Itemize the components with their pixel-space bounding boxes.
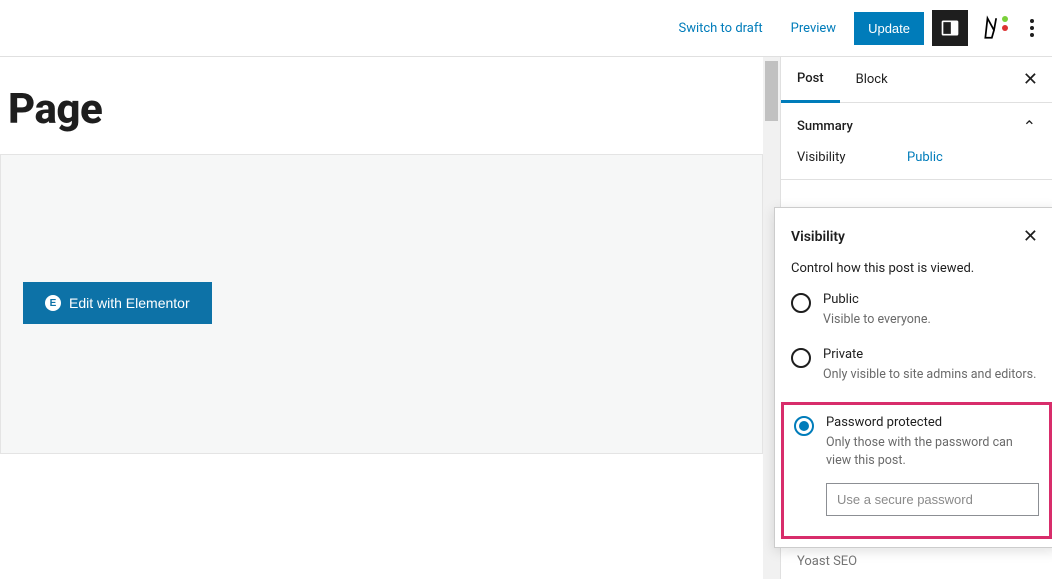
visibility-option-password-highlight: Password protected Only those with the p…: [781, 402, 1052, 538]
summary-visibility-row: Visibility Public: [797, 150, 1036, 165]
summary-title: Summary: [797, 119, 853, 134]
visibility-popover-title: Visibility: [791, 229, 845, 245]
update-button[interactable]: Update: [854, 12, 924, 45]
edit-with-elementor-label: Edit with Elementor: [69, 295, 190, 311]
visibility-value-link[interactable]: Public: [907, 150, 943, 165]
elementor-icon: E: [45, 295, 61, 311]
yoast-status-dot-green: [1002, 16, 1008, 22]
settings-sidebar-toggle[interactable]: [932, 10, 968, 46]
more-options-button[interactable]: [1020, 13, 1044, 43]
elementor-placeholder-box: E Edit with Elementor: [0, 154, 763, 454]
yoast-button[interactable]: [976, 10, 1012, 46]
visibility-option-password[interactable]: Password protected Only those with the p…: [794, 415, 1039, 515]
edit-with-elementor-button[interactable]: E Edit with Elementor: [23, 282, 212, 324]
tab-block[interactable]: Block: [840, 58, 904, 101]
radio-icon: [791, 293, 811, 313]
switch-to-draft-link[interactable]: Switch to draft: [668, 15, 772, 42]
visibility-option-password-desc: Only those with the password can view th…: [826, 434, 1039, 470]
editor-layout: Page E Edit with Elementor Post Block ✕ …: [0, 57, 1052, 579]
editor-topbar: Switch to draft Preview Update: [0, 0, 1052, 57]
yoast-seo-panel-header[interactable]: Yoast SEO: [781, 543, 1052, 579]
sidebar-icon: [940, 18, 960, 38]
visibility-option-public-label: Public: [823, 292, 1042, 307]
visibility-popover-close[interactable]: ✕: [1019, 224, 1042, 249]
visibility-popover-desc: Control how this post is viewed.: [791, 261, 1042, 276]
close-icon: ✕: [1023, 69, 1038, 90]
settings-sidebar: Post Block ✕ Summary ⌃ Visibility Public…: [780, 57, 1052, 579]
sidebar-close-button[interactable]: ✕: [1009, 59, 1052, 100]
visibility-option-private-desc: Only visible to site admins and editors.: [823, 366, 1042, 384]
sidebar-tabs: Post Block ✕: [781, 57, 1052, 103]
visibility-option-public[interactable]: Public Visible to everyone.: [791, 292, 1042, 341]
page-title[interactable]: Page: [0, 57, 763, 154]
yoast-status-dot-red: [1002, 25, 1008, 31]
radio-icon-selected: [794, 416, 814, 436]
visibility-label: Visibility: [797, 150, 907, 165]
visibility-option-private[interactable]: Private Only visible to site admins and …: [791, 347, 1042, 396]
summary-panel: Summary ⌃ Visibility Public: [781, 103, 1052, 180]
visibility-popover: Visibility ✕ Control how this post is vi…: [774, 207, 1052, 548]
preview-link[interactable]: Preview: [781, 15, 846, 42]
visibility-option-private-label: Private: [823, 347, 1042, 362]
visibility-option-public-desc: Visible to everyone.: [823, 311, 1042, 329]
radio-icon: [791, 348, 811, 368]
scrollbar-thumb[interactable]: [765, 61, 778, 121]
summary-header[interactable]: Summary ⌃: [797, 117, 1036, 136]
chevron-up-icon: ⌃: [1023, 117, 1036, 136]
tab-post[interactable]: Post: [781, 57, 840, 103]
editor-canvas: Page E Edit with Elementor: [0, 57, 763, 579]
close-icon: ✕: [1023, 226, 1038, 247]
visibility-option-password-label: Password protected: [826, 415, 1039, 430]
post-password-input[interactable]: [826, 483, 1039, 516]
